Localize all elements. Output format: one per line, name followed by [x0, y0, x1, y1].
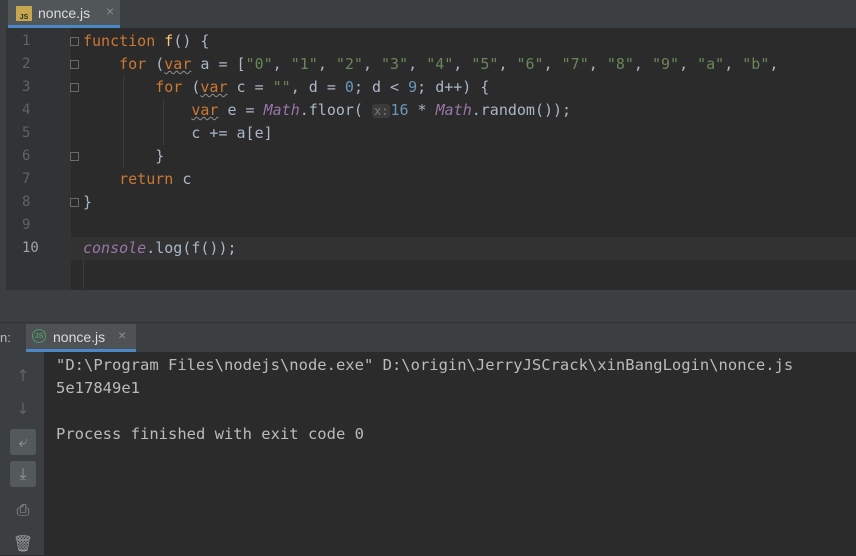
code-text: c: [173, 170, 192, 188]
keyword-var: var: [164, 55, 192, 73]
line-number: 7: [22, 171, 31, 187]
code-text: , d =: [290, 78, 345, 96]
js-file-icon: JS: [16, 6, 32, 21]
code-line-4: var e = Math.floor( x: 16 * Math.random()…: [83, 99, 571, 123]
global-math: Math: [435, 101, 472, 119]
keyword: function: [83, 32, 156, 50]
fold-icon[interactable]: [70, 198, 79, 207]
code-line-5: c += a[e]: [83, 122, 273, 145]
editor-tab-bar: [0, 0, 856, 28]
panel-separator[interactable]: [0, 290, 856, 322]
code-text: ; d++) {: [417, 78, 490, 96]
scroll-to-end-icon[interactable]: ⤓: [10, 461, 36, 487]
global-console: console: [83, 239, 147, 257]
keyword: for: [119, 55, 147, 73]
string-literal: "8": [606, 55, 634, 73]
close-icon[interactable]: ×: [118, 327, 126, 343]
code-text: .floor(: [299, 101, 363, 119]
run-tab-nonce-js[interactable]: JS nonce.js ×: [26, 324, 136, 352]
close-icon[interactable]: ×: [106, 3, 114, 19]
keyword: for: [155, 78, 183, 96]
code-text: .random());: [471, 101, 572, 119]
nodejs-icon: JS: [32, 329, 46, 343]
console-toolbar: ↑ ↓ ⤶ ⤓ ⎙ 🗑: [0, 352, 44, 555]
code-line-8: }: [83, 191, 92, 214]
string-literal: "a": [697, 55, 725, 73]
console-line-result: 5e17849e1: [56, 379, 140, 397]
code-line-3: for (var c = "", d = 0; d < 9; d++) {: [155, 78, 490, 96]
number-literal: 0: [344, 78, 354, 96]
string-literal: "4": [426, 55, 454, 73]
code-line-7: return c: [83, 168, 191, 191]
line-number: 5: [22, 125, 31, 141]
run-tab-label: nonce.js: [53, 329, 106, 345]
function-name: f: [164, 32, 174, 50]
print-icon[interactable]: ⎙: [10, 497, 36, 523]
number-literal: 16: [390, 101, 409, 119]
string-literal: "6": [516, 55, 544, 73]
line-number: 9: [22, 217, 31, 233]
line-number: 6: [22, 148, 31, 164]
code-line-2: for (var a = ["0", "1", "2", "3", "4", "…: [119, 55, 779, 73]
string-literal: "0": [245, 55, 273, 73]
line-number: 1: [22, 33, 31, 49]
string-literal: "3": [381, 55, 409, 73]
code-text: .log(f());: [146, 239, 237, 257]
global-math: Math: [263, 101, 300, 119]
code-text: () {: [173, 32, 210, 50]
code-text: c =: [227, 78, 273, 96]
code-line-10: console.log(f());: [83, 237, 237, 260]
code-text: }: [83, 193, 93, 211]
fold-icon[interactable]: [70, 152, 79, 161]
parameter-hint: x:: [372, 104, 391, 118]
run-tool-label: n:: [0, 330, 11, 345]
line-number-current: 10: [22, 240, 39, 256]
line-number: 3: [22, 79, 31, 95]
keyword-var: var: [200, 78, 228, 96]
code-text: (: [146, 55, 165, 73]
code-line-6: }: [83, 145, 164, 168]
string-literal: "2": [335, 55, 363, 73]
code-text: a = [: [191, 55, 246, 73]
code-text: e =: [218, 101, 264, 119]
clear-all-icon[interactable]: 🗑: [10, 530, 36, 556]
code-text: }: [155, 147, 165, 165]
number-literal: 9: [408, 78, 418, 96]
tab-label: nonce.js: [38, 5, 91, 21]
string-literal: "7": [561, 55, 589, 73]
console-line-command: "D:\Program Files\nodejs\node.exe" D:\or…: [56, 356, 794, 374]
console-line-exit: Process finished with exit code 0: [56, 425, 364, 443]
keyword-var: var: [191, 101, 219, 119]
console-output[interactable]: "D:\Program Files\nodejs\node.exe" D:\or…: [44, 352, 856, 555]
code-text: ; d <: [353, 78, 409, 96]
string-literal: "b": [742, 55, 770, 73]
code-editor[interactable]: 1 2 3 4 5 6 7 8 9 10 function f() { for …: [6, 28, 856, 290]
line-number: 2: [22, 56, 31, 72]
keyword: return: [119, 170, 174, 188]
string-literal: "9": [651, 55, 680, 73]
scroll-down-icon[interactable]: ↓: [10, 395, 36, 421]
code-text: c += a[e]: [191, 124, 273, 142]
fold-icon[interactable]: [70, 60, 79, 69]
fold-icon[interactable]: [70, 83, 79, 92]
line-number: 4: [22, 102, 31, 118]
string-literal: "1": [290, 55, 318, 73]
code-line-1: function f() {: [83, 30, 209, 53]
scroll-up-icon[interactable]: ↑: [10, 362, 36, 388]
code-text: *: [408, 101, 436, 119]
soft-wrap-icon[interactable]: ⤶: [10, 429, 36, 455]
line-number: 8: [22, 194, 31, 210]
fold-icon[interactable]: [70, 37, 79, 46]
string-literal: "": [272, 78, 291, 96]
editor-tab-nonce-js[interactable]: JS nonce.js ×: [8, 0, 120, 28]
line-number-gutter: 1 2 3 4 5 6 7 8 9 10: [6, 28, 71, 290]
string-literal: "5": [471, 55, 499, 73]
